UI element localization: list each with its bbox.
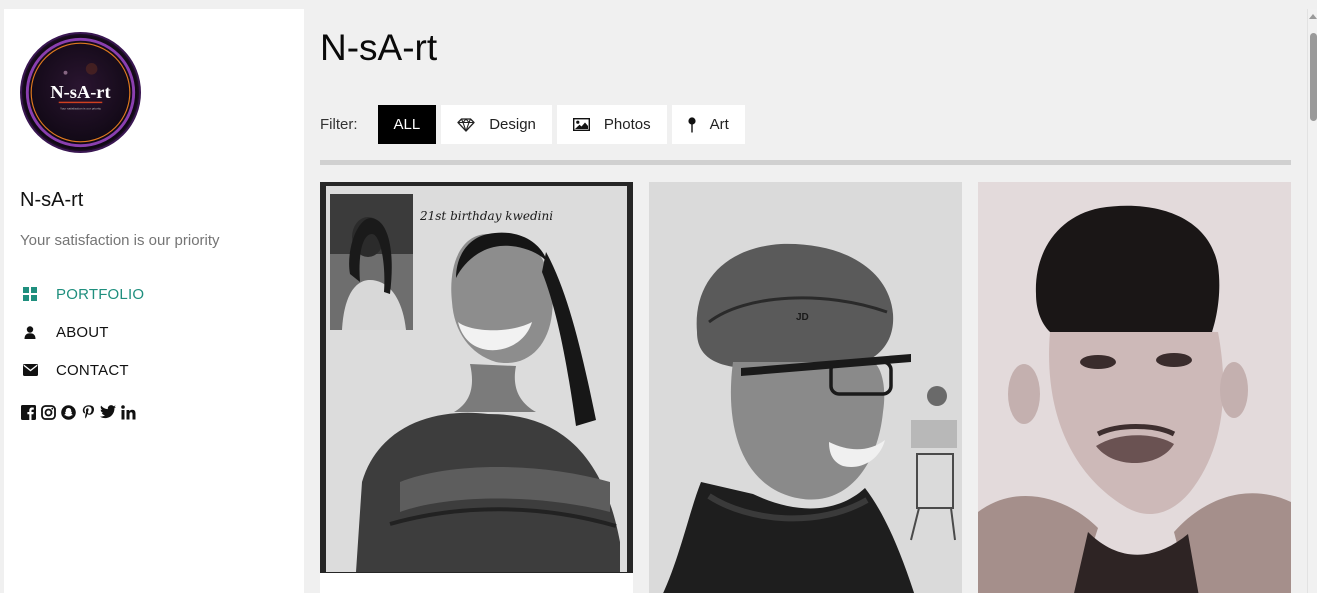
image-icon (572, 118, 590, 131)
filter-all-button[interactable]: ALL (377, 105, 437, 144)
gallery-item[interactable] (978, 182, 1291, 593)
svg-text:Your satisfaction is our prior: Your satisfaction is our priority (60, 106, 101, 110)
scroll-up-arrow-icon[interactable] (1309, 14, 1317, 19)
portrait-artwork-image: 21st birthday kwedini (320, 182, 633, 593)
diamond-icon (457, 117, 475, 132)
sidebar: N-sA-rt Your satisfaction is our priorit… (4, 9, 304, 593)
svg-text:JD: JD (796, 312, 809, 323)
pin-icon (688, 116, 696, 133)
sidebar-item-label: ABOUT (56, 323, 109, 341)
page-title: N-sA-rt (320, 27, 438, 68)
gallery-item[interactable]: JD (649, 182, 962, 593)
linkedin-icon[interactable] (120, 404, 136, 420)
portrait-artwork-image: JD (649, 182, 962, 593)
svg-text:21st birthday kwedini: 21st birthday kwedini (419, 209, 553, 223)
user-icon (20, 322, 40, 342)
filter-button-label: Photos (603, 116, 651, 133)
portrait-artwork-image (978, 182, 1291, 593)
brand-name: N-sA-rt (20, 189, 84, 211)
sidebar-item-about[interactable]: ABOUT (20, 313, 144, 351)
svg-text:N-sA-rt: N-sA-rt (50, 82, 111, 102)
filter-button-label: Design (489, 116, 536, 133)
sidebar-item-label: CONTACT (56, 361, 129, 379)
filter-bar: Filter: ALL Design Photos Art (320, 105, 750, 144)
facebook-icon[interactable] (20, 404, 36, 420)
filter-button-label: Art (709, 116, 729, 133)
filter-label: Filter: (320, 116, 358, 133)
brand-logo[interactable]: N-sA-rt Your satisfaction is our priorit… (20, 32, 141, 153)
instagram-icon[interactable] (40, 404, 56, 420)
sidebar-nav: PORTFOLIO ABOUT CONTACT (20, 275, 144, 389)
filter-button-label: ALL (393, 116, 421, 133)
social-links (20, 404, 136, 420)
sidebar-item-label: PORTFOLIO (56, 285, 145, 303)
gallery-item[interactable]: 21st birthday kwedini (320, 182, 633, 593)
pinterest-icon[interactable] (80, 404, 96, 420)
twitter-icon[interactable] (100, 404, 116, 420)
envelope-icon (20, 360, 40, 380)
sidebar-item-contact[interactable]: CONTACT (20, 351, 144, 389)
page-scrollbar[interactable] (1307, 9, 1317, 593)
top-strip (0, 0, 1317, 9)
filter-photos-button[interactable]: Photos (556, 105, 667, 144)
filter-design-button[interactable]: Design (441, 105, 552, 144)
sidebar-item-portfolio[interactable]: PORTFOLIO (20, 275, 144, 313)
scrollbar-thumb[interactable] (1310, 33, 1317, 121)
grid-icon (20, 284, 40, 304)
snapchat-icon[interactable] (60, 404, 76, 420)
filter-art-button[interactable]: Art (671, 105, 745, 144)
filter-divider (320, 160, 1291, 165)
tagline: Your satisfaction is our priority (20, 232, 220, 249)
